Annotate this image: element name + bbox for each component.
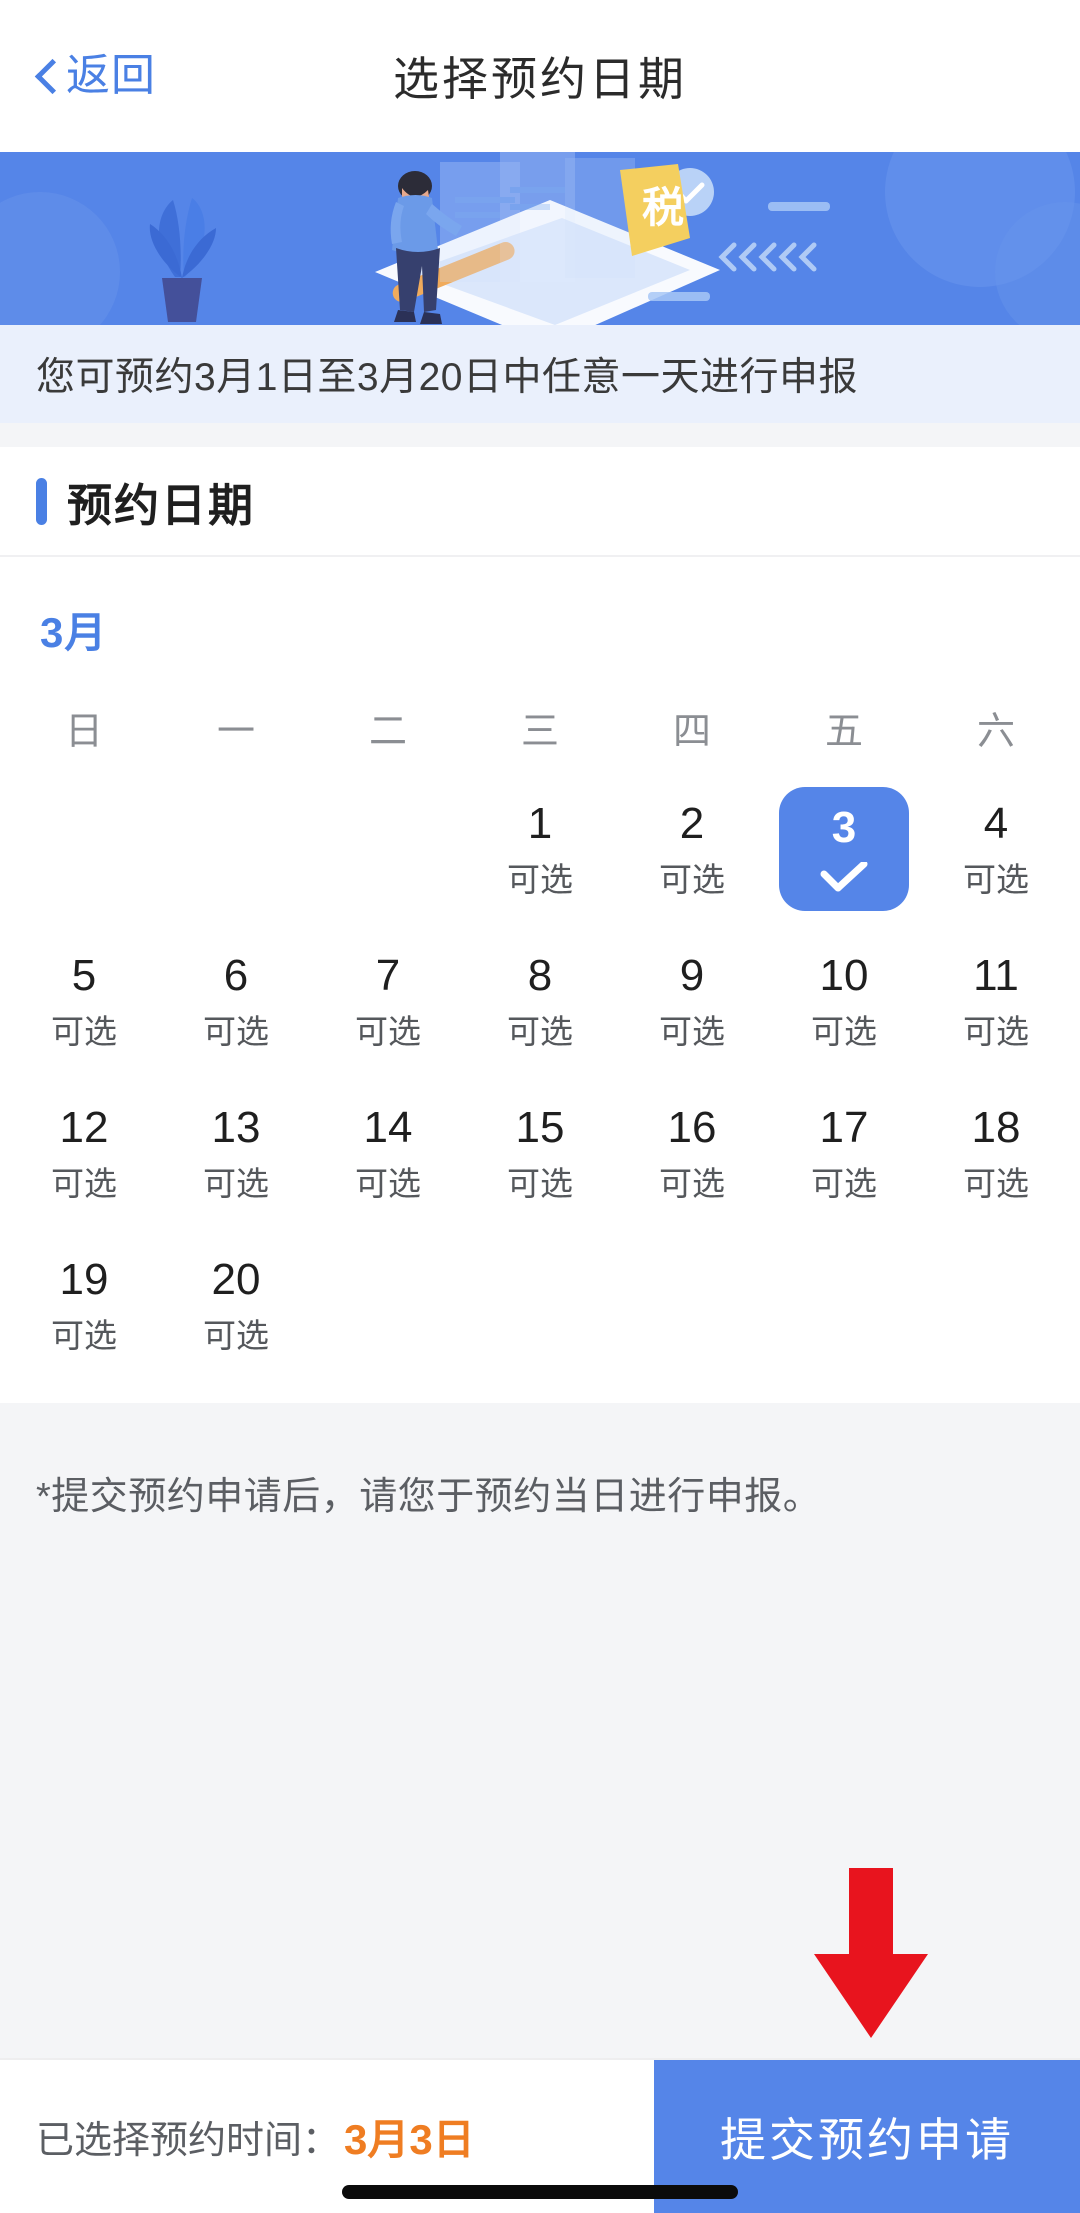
calendar-weekday-6: 六 <box>976 711 1015 753</box>
calendar-day-cell[interactable]: 18 可选 <box>920 1077 1072 1229</box>
calendar-day-status: 可选 <box>51 1165 117 1202</box>
footnote-text: *提交预约申请后，请您于预约当日进行申报。 <box>36 1476 822 1518</box>
calendar-day-cell[interactable]: 20 可选 <box>160 1229 312 1381</box>
calendar-day-status: 可选 <box>659 1013 725 1050</box>
calendar-day-cell[interactable]: 7 可选 <box>312 925 464 1077</box>
calendar-day-status: 可选 <box>963 861 1029 898</box>
calendar-day-status: 可选 <box>203 1165 269 1202</box>
calendar-day-number: 9 <box>679 951 705 1000</box>
section-header: 预约日期 <box>0 447 1080 557</box>
calendar-day-cell[interactable]: 14 可选 <box>312 1077 464 1229</box>
calendar-day-number: 6 <box>223 951 249 1000</box>
calendar-day-cell[interactable]: 4 可选 <box>920 773 1072 925</box>
chevron-left-icon <box>34 58 56 94</box>
calendar-day-cell[interactable]: 12 可选 <box>8 1077 160 1229</box>
calendar-day-number: 15 <box>515 1103 565 1152</box>
calendar-day-number: 14 <box>363 1103 413 1152</box>
calendar-day-number: 1 <box>527 799 553 848</box>
calendar-day-status: 可选 <box>659 1165 725 1202</box>
calendar-day-number: 20 <box>211 1255 261 1304</box>
section-accent-bar <box>36 477 47 525</box>
calendar-day-status: 可选 <box>507 1013 573 1050</box>
calendar-week-row: 19 可选 20 可选 <box>8 1229 1072 1381</box>
calendar-day-number: 5 <box>71 951 97 1000</box>
home-indicator <box>342 2185 738 2199</box>
calendar-day-cell[interactable]: 15 可选 <box>464 1077 616 1229</box>
app-screen: 返回 选择预约日期 税 您可预约3月1日至3月20日中任意一天进行申报 预约日期… <box>0 0 1080 2213</box>
calendar-day-cell[interactable]: 6 可选 <box>160 925 312 1077</box>
calendar-day-number: 2 <box>679 799 705 848</box>
section-title: 预约日期 <box>67 479 256 531</box>
calendar-day-number: 16 <box>667 1103 717 1152</box>
calendar-day-number: 13 <box>211 1103 261 1152</box>
calendar-day-cell[interactable]: 13 可选 <box>160 1077 312 1229</box>
selected-date-label: 已选择预约时间： <box>36 2120 341 2162</box>
calendar-day-cell[interactable]: 2 可选 <box>616 773 768 925</box>
calendar-day-cell[interactable]: 5 可选 <box>8 925 160 1077</box>
calendar-month-label: 3月 <box>40 609 108 656</box>
calendar-day-status: 可选 <box>203 1317 269 1354</box>
calendar-weekday-5: 五 <box>824 711 863 753</box>
check-icon <box>819 862 869 892</box>
calendar-day-number: 11 <box>973 951 1019 1000</box>
calendar-day-status: 可选 <box>963 1013 1029 1050</box>
calendar-day-cell[interactable]: 11 可选 <box>920 925 1072 1077</box>
calendar-week-row: 12 可选 13 可选 14 可选 15 可选 16 可选 17 可选 18 可选 <box>8 1077 1072 1229</box>
calendar-weekday-1: 一 <box>216 711 255 753</box>
back-button-label: 返回 <box>66 51 156 100</box>
calendar-day-status: 可选 <box>203 1013 269 1050</box>
calendar-day-number: 8 <box>527 951 553 1000</box>
calendar-day-number: 19 <box>59 1255 109 1304</box>
calendar-day-status: 可选 <box>811 1165 877 1202</box>
calendar-day-cell[interactable]: 16 可选 <box>616 1077 768 1229</box>
calendar-day-number: 3 <box>831 803 857 852</box>
calendar-weeks: 1 可选 2 可选 3 4 可选 5 可选 6 可选 7 可选 8 可选 9 可选 10 可选 11 可选 12 可选 13 可… <box>0 773 1080 1381</box>
calendar-weekday-0: 日 <box>64 711 103 753</box>
calendar-day-cell[interactable]: 8 可选 <box>464 925 616 1077</box>
availability-info-text: 您可预约3月1日至3月20日中任意一天进行申报 <box>36 356 858 399</box>
calendar-weekday-2: 二 <box>368 711 407 753</box>
footnote-block: *提交预约申请后，请您于预约当日进行申报。 <box>0 1403 1080 2058</box>
back-button[interactable]: 返回 <box>34 54 156 98</box>
availability-info-strip: 您可预约3月1日至3月20日中任意一天进行申报 <box>0 325 1080 423</box>
calendar-week-row: 1 可选 2 可选 3 4 可选 <box>8 773 1072 925</box>
calendar-day-status: 可选 <box>507 861 573 898</box>
calendar-day-status: 可选 <box>51 1013 117 1050</box>
calendar-day-number: 4 <box>983 799 1009 848</box>
calendar-weekday-4: 四 <box>672 711 711 753</box>
calendar-day-cell[interactable]: 9 可选 <box>616 925 768 1077</box>
calendar-day-status: 可选 <box>355 1165 421 1202</box>
calendar-day-number: 7 <box>375 951 401 1000</box>
calendar-day-status: 可选 <box>659 861 725 898</box>
calendar-weekday-header: 日一二三四五六 <box>0 700 1080 755</box>
banner-svg: 税 <box>0 152 1080 325</box>
calendar-day-cell[interactable]: 10 可选 <box>768 925 920 1077</box>
calendar: 3月 日 一 二 三 四 五 六 1 可选 2 可选 3 4 可选 5 可选 6 可选 7 可选 8 可选 9 可选 10 可选… <box>0 557 1080 1403</box>
calendar-day-cell[interactable]: 17 可选 <box>768 1077 920 1229</box>
calendar-week-row: 5 可选 6 可选 7 可选 8 可选 9 可选 10 可选 11 可选 <box>8 925 1072 1077</box>
page-title: 选择预约日期 <box>393 53 687 105</box>
calendar-day-cell[interactable]: 3 <box>768 773 920 925</box>
calendar-day-status: 可选 <box>355 1013 421 1050</box>
calendar-day-status: 可选 <box>811 1013 877 1050</box>
calendar-weekday-3: 三 <box>520 711 559 753</box>
calendar-day-cell[interactable]: 19 可选 <box>8 1229 160 1381</box>
calendar-day-cell[interactable]: 1 可选 <box>464 773 616 925</box>
navigation-bar: 返回 选择预约日期 <box>0 0 1080 152</box>
calendar-day-number: 10 <box>819 951 869 1000</box>
svg-text:税: 税 <box>642 183 684 232</box>
calendar-day-status: 可选 <box>963 1165 1029 1202</box>
selected-date-value: 3月3日 <box>344 2116 475 2163</box>
calendar-day-number: 12 <box>59 1103 109 1152</box>
calendar-day-number: 17 <box>819 1103 869 1152</box>
section-divider <box>0 423 1080 447</box>
calendar-day-status: 可选 <box>51 1317 117 1354</box>
calendar-day-number: 18 <box>971 1103 1021 1152</box>
calendar-day-status: 可选 <box>507 1165 573 1202</box>
banner-illustration: 税 <box>0 152 1080 325</box>
